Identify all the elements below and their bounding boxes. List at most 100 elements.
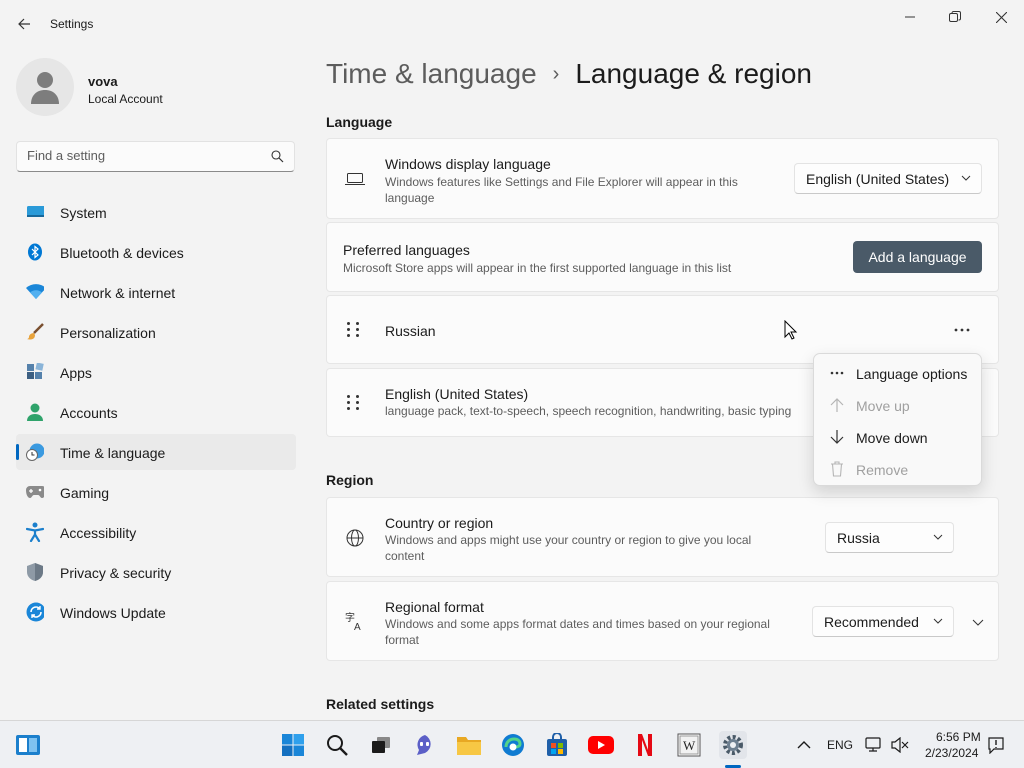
minimize-icon: [905, 16, 915, 18]
chevron-down-icon: [933, 618, 943, 624]
breadcrumb-separator: ›: [552, 62, 560, 85]
sidebar-item-accounts[interactable]: Accounts: [16, 394, 296, 430]
mouse-cursor-icon: [784, 320, 798, 340]
menu-item-move-down[interactable]: Move down: [818, 422, 978, 452]
clock-time[interactable]: 6:56 PM: [936, 730, 981, 744]
chat-button[interactable]: [411, 731, 439, 759]
task-view-button[interactable]: [367, 731, 395, 759]
language-format-icon: 字A: [345, 611, 365, 631]
widgets-button[interactable]: [14, 731, 42, 759]
more-icon: [954, 328, 970, 332]
notifications-button[interactable]: [984, 731, 1008, 759]
regional-format-description: Windows and some apps format dates and t…: [385, 617, 770, 647]
store-button[interactable]: [543, 731, 571, 759]
language-context-menu: Language options Move up Move down Remov…: [813, 353, 982, 486]
network-icon: [865, 737, 881, 752]
title-bar: Settings: [0, 0, 1024, 48]
start-button[interactable]: [279, 731, 307, 759]
language-section-title: Language: [326, 114, 393, 130]
search-icon: [271, 150, 284, 163]
maximize-button[interactable]: [942, 8, 968, 26]
sidebar-item-bluetooth[interactable]: Bluetooth & devices: [16, 234, 296, 270]
wikipedia-button[interactable]: W: [675, 731, 703, 759]
menu-item-remove[interactable]: Remove: [818, 454, 978, 484]
taskbar: W ENG 6:56 PM 2/23/2024: [0, 720, 1024, 768]
system-icon: [26, 203, 44, 221]
sidebar-item-privacy[interactable]: Privacy & security: [16, 554, 296, 590]
file-explorer-button[interactable]: [455, 731, 483, 759]
arrow-down-icon: [828, 428, 846, 446]
bluetooth-icon: [26, 243, 44, 261]
minimize-button[interactable]: [897, 8, 923, 26]
sidebar-item-system[interactable]: System: [16, 194, 296, 230]
notification-icon: [988, 737, 1004, 754]
search-input[interactable]: [27, 148, 257, 163]
svg-text:W: W: [683, 738, 696, 753]
page-title: Language & region: [575, 58, 812, 89]
sidebar-item-gaming[interactable]: Gaming: [16, 474, 296, 510]
account-type: Local Account: [88, 92, 163, 106]
regional-format-title: Regional format: [385, 599, 484, 615]
regional-format-card: 字A Regional format Windows and some apps…: [326, 581, 999, 661]
breadcrumb: Time & language › Language & region: [326, 58, 812, 90]
sidebar-item-apps[interactable]: Apps: [16, 354, 296, 390]
drag-handle-icon[interactable]: [347, 395, 360, 410]
taskbar-search-button[interactable]: [323, 731, 351, 759]
display-language-dropdown[interactable]: English (United States): [794, 163, 982, 194]
display-language-title: Windows display language: [385, 156, 551, 172]
preferred-languages-title: Preferred languages: [343, 242, 470, 258]
chevron-down-icon: [961, 175, 971, 181]
netflix-button[interactable]: [631, 731, 659, 759]
shield-icon: [26, 563, 44, 581]
file-explorer-icon: [457, 737, 481, 755]
settings-taskbar-button[interactable]: [719, 731, 747, 759]
sidebar-nav: System Bluetooth & devices Network & int…: [16, 194, 296, 634]
expand-button[interactable]: [972, 614, 984, 632]
accounts-icon: [26, 403, 44, 421]
regional-format-dropdown[interactable]: Recommended: [812, 606, 954, 637]
add-language-button[interactable]: Add a language: [853, 241, 982, 273]
youtube-button[interactable]: [587, 731, 615, 759]
sidebar-item-windows-update[interactable]: Windows Update: [16, 594, 296, 630]
gamepad-icon: [26, 483, 44, 501]
language-features: language pack, text-to-speech, speech re…: [385, 404, 792, 418]
related-settings-title: Related settings: [326, 696, 435, 712]
time-language-icon: [26, 443, 44, 461]
country-region-dropdown[interactable]: Russia: [825, 522, 954, 553]
edge-button[interactable]: [499, 731, 527, 759]
apps-icon: [26, 363, 44, 381]
back-button[interactable]: [12, 12, 36, 36]
region-section-title: Region: [326, 472, 374, 488]
sidebar-item-accessibility[interactable]: Accessibility: [16, 514, 296, 550]
sidebar-item-personalization[interactable]: Personalization: [16, 314, 296, 350]
brush-icon: [26, 323, 44, 341]
clock-date[interactable]: 2/23/2024: [925, 746, 978, 760]
chevron-down-icon: [933, 534, 943, 540]
youtube-icon: [588, 736, 614, 754]
svg-text:A: A: [354, 622, 361, 631]
volume-tray-button[interactable]: [888, 731, 912, 759]
close-icon: [995, 11, 1007, 23]
task-view-icon: [372, 737, 390, 753]
language-more-button[interactable]: [950, 320, 974, 340]
show-hidden-icons-button[interactable]: [790, 731, 818, 759]
store-icon: [547, 733, 567, 756]
menu-item-move-up[interactable]: Move up: [818, 390, 978, 420]
user-profile[interactable]: vova Local Account: [16, 58, 296, 118]
update-icon: [26, 602, 44, 622]
sidebar-item-time-language[interactable]: Time & language: [16, 434, 296, 470]
user-avatar-icon: [31, 72, 59, 104]
menu-item-language-options[interactable]: Language options: [818, 358, 978, 388]
breadcrumb-parent[interactable]: Time & language: [326, 58, 537, 90]
display-language-card: Windows display language Windows feature…: [326, 138, 999, 219]
language-name: Russian: [385, 323, 436, 339]
search-box[interactable]: [16, 141, 295, 172]
language-name: English (United States): [385, 386, 529, 402]
drag-handle-icon[interactable]: [347, 322, 360, 337]
sidebar-item-network[interactable]: Network & internet: [16, 274, 296, 310]
input-language-indicator[interactable]: ENG: [827, 738, 853, 752]
chevron-up-icon: [797, 741, 811, 749]
network-tray-button[interactable]: [862, 731, 886, 759]
display-language-description: Windows features like Settings and File …: [385, 175, 738, 205]
close-button[interactable]: [988, 8, 1014, 26]
